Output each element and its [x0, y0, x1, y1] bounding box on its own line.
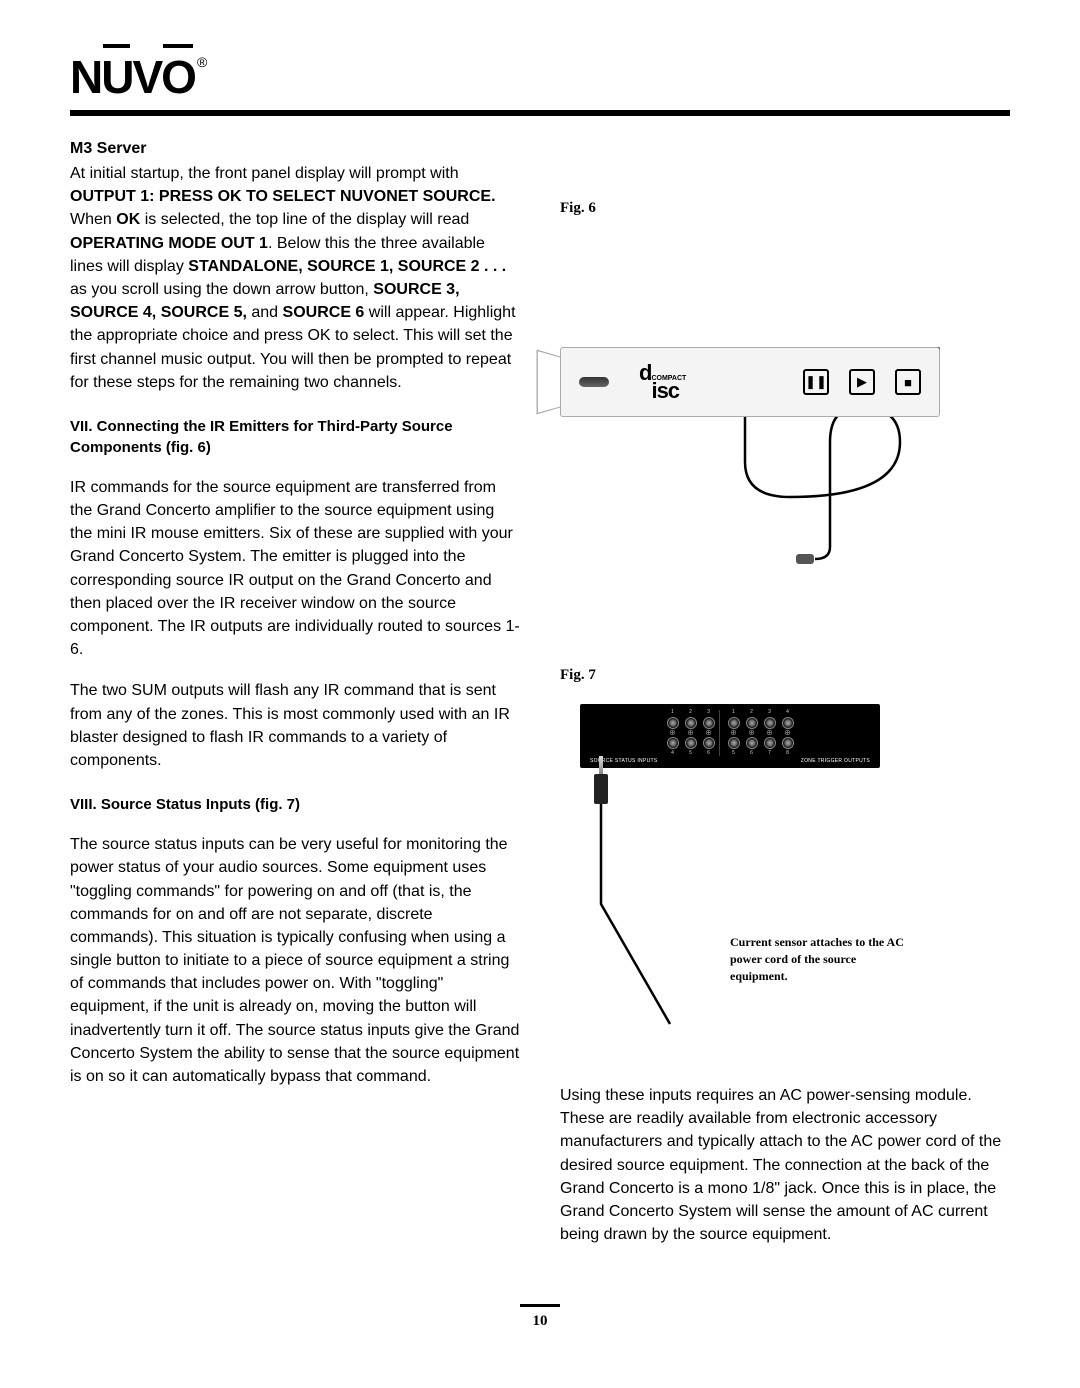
jack-column: 25 — [685, 710, 697, 756]
source-device: dCOMPACTisc ❚❚ ▶ ■ — [560, 347, 940, 417]
jack-column: 48 — [782, 710, 794, 756]
left-column: M3 Server At initial startup, the front … — [70, 140, 520, 1264]
disc-slot — [579, 377, 609, 387]
fig7-back-panel: 14253615263748 SOURCE STATUS INPUTSZONE … — [580, 704, 880, 768]
jack-column: 36 — [703, 710, 715, 756]
disc-logo: dCOMPACTisc — [639, 360, 686, 404]
pause-button: ❚❚ — [803, 369, 829, 395]
paragraph-ac-sensing: Using these inputs requires an AC power-… — [560, 1084, 1010, 1246]
main-columns: M3 Server At initial startup, the front … — [70, 140, 1010, 1264]
page-number: 10 — [70, 1313, 1010, 1330]
ir-emitter — [796, 554, 814, 564]
stop-button: ■ — [895, 369, 921, 395]
jack-column: 14 — [667, 710, 679, 756]
paragraph-ir-emitters: IR commands for the source equipment are… — [70, 476, 520, 662]
figure-6-label: Fig. 6 — [560, 200, 1010, 217]
registered-mark: ® — [197, 54, 207, 70]
paragraph-m3: At initial startup, the front panel disp… — [70, 162, 520, 394]
header: NUVO ® — [70, 50, 1010, 104]
section-m3-server: M3 Server — [70, 140, 520, 158]
jack-column: 26 — [746, 710, 758, 756]
jack-column: 37 — [764, 710, 776, 756]
figure-7: Fig. 7 14253615263748 SOURCE STATUS INPU… — [560, 667, 1010, 1044]
jack-column: 15 — [728, 710, 740, 756]
figure-6: Fig. 6 152637481526374SUMSYS ONEXT. MUTE… — [560, 200, 1010, 627]
play-button: ▶ — [849, 369, 875, 395]
header-rule — [70, 110, 1010, 116]
brand-logo: NUVO — [70, 50, 195, 104]
right-column: Fig. 6 152637481526374SUMSYS ONEXT. MUTE… — [560, 140, 1010, 1264]
paragraph-status-inputs: The source status inputs can be very use… — [70, 833, 520, 1088]
mono-plug — [594, 756, 608, 804]
paragraph-sum-outputs: The two SUM outputs will flash any IR co… — [70, 679, 520, 772]
section-vii-heading: VII. Connecting the IR Emitters for Thir… — [70, 416, 520, 458]
panel-label: ZONE TRIGGER OUTPUTS — [801, 758, 870, 764]
section-viii-heading: VIII. Source Status Inputs (fig. 7) — [70, 794, 520, 815]
figure-7-label: Fig. 7 — [560, 667, 1010, 684]
figure-7-caption: Current sensor attaches to the AC power … — [730, 934, 910, 984]
page-footer: 10 — [70, 1304, 1010, 1330]
